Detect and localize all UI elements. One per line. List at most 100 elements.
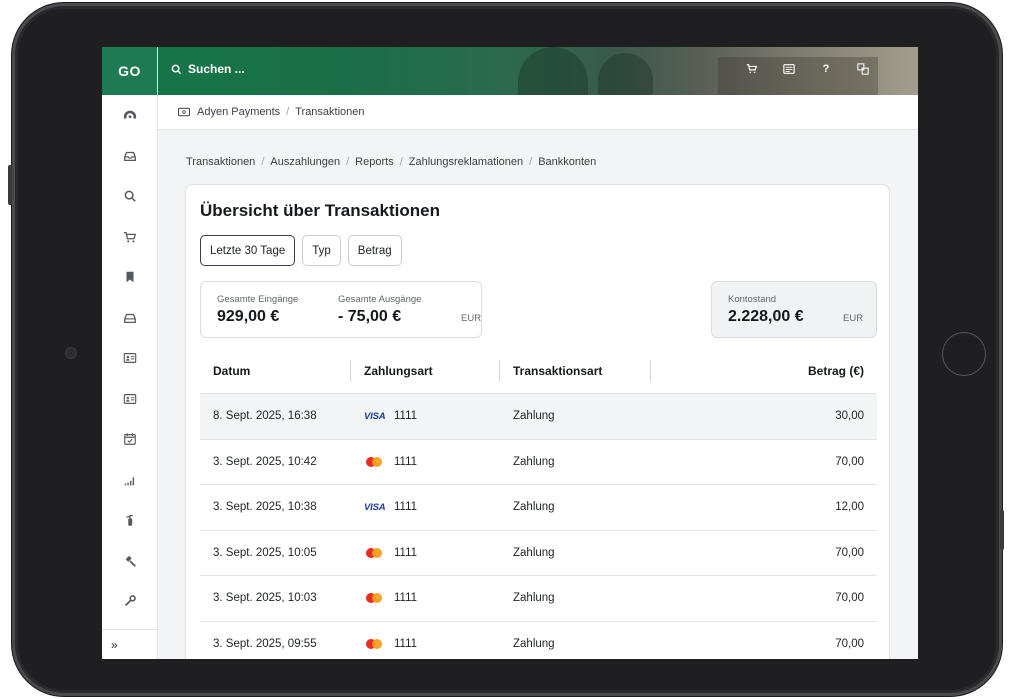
table-row[interactable]: 3. Sept. 2025, 10:42 1111 Zahlung 70,00 bbox=[200, 438, 877, 485]
hammer-icon[interactable] bbox=[102, 541, 157, 582]
payment-card-icon bbox=[178, 107, 190, 117]
table-row[interactable]: 3. Sept. 2025, 10:38 VISA 1111 Zahlung 1… bbox=[200, 484, 877, 530]
home-button[interactable] bbox=[942, 332, 986, 376]
dashboard-icon[interactable] bbox=[102, 95, 157, 136]
column-divider bbox=[650, 360, 651, 382]
balance-value: 2.228,00 € bbox=[728, 308, 804, 325]
list-icon[interactable] bbox=[782, 63, 796, 78]
cell-transaction-type: Zahlung bbox=[513, 501, 555, 514]
cell-amount: 12,00 bbox=[835, 501, 864, 514]
filter-date-range[interactable]: Letzte 30 Tage bbox=[200, 235, 296, 266]
income-value: 929,00 € bbox=[217, 308, 280, 325]
screen: GO » Suchen ... ? Adyen Payments / Trans… bbox=[102, 47, 918, 659]
cell-payment-method: 1111 bbox=[364, 638, 417, 650]
sidebar-collapse-button[interactable]: » bbox=[102, 629, 158, 659]
card-last-digits: 1111 bbox=[394, 501, 418, 514]
power-button bbox=[1000, 510, 1004, 550]
cell-payment-method: 1111 bbox=[364, 456, 417, 468]
cell-payment-method: 1111 bbox=[364, 547, 417, 559]
cart-icon[interactable] bbox=[102, 217, 157, 258]
translate-icon[interactable] bbox=[856, 63, 870, 78]
search-input[interactable]: Suchen ... bbox=[188, 62, 245, 76]
cell-transaction-type: Zahlung bbox=[513, 592, 555, 605]
sub-navigation: Transaktionen / Auszahlungen / Reports /… bbox=[186, 156, 596, 168]
header-photo-figure bbox=[518, 47, 588, 95]
bar-chart-icon[interactable] bbox=[102, 460, 157, 501]
cell-date: 8. Sept. 2025, 16:38 bbox=[213, 410, 317, 423]
cell-date: 3. Sept. 2025, 09:55 bbox=[213, 637, 317, 650]
subnav-transaktionen[interactable]: Transaktionen bbox=[186, 156, 255, 168]
inbox-icon[interactable] bbox=[102, 136, 157, 177]
bookmark-icon[interactable] bbox=[102, 257, 157, 298]
totals-summary: Gesamte Eingänge 929,00 € Gesamte Ausgän… bbox=[200, 281, 482, 338]
topbar-icons: ? bbox=[745, 63, 870, 78]
subnav-separator: / bbox=[261, 156, 265, 168]
transactions-table: Datum Zahlungsart Transaktionsart Betrag… bbox=[200, 348, 877, 659]
search-bar[interactable]: Suchen ... bbox=[171, 62, 245, 76]
subnav-zahlungsreklamationen[interactable]: Zahlungsreklamationen bbox=[409, 156, 523, 168]
cell-payment-method: VISA 1111 bbox=[364, 501, 417, 513]
expense-label: Gesamte Ausgänge bbox=[338, 294, 422, 305]
filter-type[interactable]: Typ bbox=[302, 235, 341, 266]
card-last-digits: 1111 bbox=[394, 546, 418, 559]
cell-amount: 70,00 bbox=[835, 637, 864, 650]
camera bbox=[65, 347, 77, 359]
id-card-icon[interactable] bbox=[102, 379, 157, 420]
subnav-bankkonten[interactable]: Bankkonten bbox=[538, 156, 596, 168]
table-row[interactable]: 8. Sept. 2025, 16:38 VISA 1111 Zahlung 3… bbox=[200, 393, 877, 439]
wrench-icon[interactable] bbox=[102, 581, 157, 622]
cell-date: 3. Sept. 2025, 10:38 bbox=[213, 501, 317, 514]
subnav-auszahlungen[interactable]: Auszahlungen bbox=[270, 156, 340, 168]
filter-amount[interactable]: Betrag bbox=[347, 235, 402, 266]
table-row[interactable]: 3. Sept. 2025, 10:05 1111 Zahlung 70,00 bbox=[200, 529, 877, 576]
card-last-digits: 1111 bbox=[394, 455, 418, 468]
subnav-reports[interactable]: Reports bbox=[355, 156, 394, 168]
table-row[interactable]: 3. Sept. 2025, 09:55 1111 Zahlung 70,00 bbox=[200, 620, 877, 660]
cell-amount: 30,00 bbox=[835, 410, 864, 423]
breadcrumb-page[interactable]: Transaktionen bbox=[295, 106, 364, 118]
balance-label: Kontostand bbox=[728, 294, 777, 305]
calendar-check-icon[interactable] bbox=[102, 419, 157, 460]
column-header-date[interactable]: Datum bbox=[213, 364, 250, 378]
fire-extinguisher-icon[interactable] bbox=[102, 500, 157, 541]
subnav-separator: / bbox=[346, 156, 350, 168]
visa-icon: VISA bbox=[364, 501, 386, 513]
header-photo-figure bbox=[598, 53, 653, 95]
table-header: Datum Zahlungsart Transaktionsart Betrag… bbox=[200, 348, 877, 393]
table-body: 8. Sept. 2025, 16:38 VISA 1111 Zahlung 3… bbox=[200, 393, 877, 659]
help-icon[interactable]: ? bbox=[819, 63, 833, 78]
column-header-amount[interactable]: Betrag (€) bbox=[808, 364, 864, 378]
cell-payment-method: 1111 bbox=[364, 592, 417, 604]
breadcrumb: Adyen Payments / Transaktionen bbox=[158, 95, 918, 130]
contact-card-icon[interactable] bbox=[102, 338, 157, 379]
mastercard-icon bbox=[364, 547, 386, 558]
totals-currency: EUR bbox=[461, 313, 482, 324]
app-logo[interactable]: GO bbox=[102, 47, 157, 95]
cell-date: 3. Sept. 2025, 10:05 bbox=[213, 546, 317, 559]
filter-bar: Letzte 30 Tage Typ Betrag bbox=[200, 235, 402, 266]
cell-transaction-type: Zahlung bbox=[513, 410, 555, 423]
card-last-digits: 1111 bbox=[394, 410, 418, 423]
column-divider bbox=[499, 360, 500, 382]
breadcrumb-separator: / bbox=[286, 106, 290, 118]
cell-payment-method: VISA 1111 bbox=[364, 410, 417, 422]
sidebar: GO » bbox=[102, 47, 158, 659]
table-row[interactable]: 3. Sept. 2025, 10:03 1111 Zahlung 70,00 bbox=[200, 575, 877, 621]
column-divider bbox=[350, 360, 351, 382]
column-header-transaction-type[interactable]: Transaktionsart bbox=[513, 364, 602, 378]
subnav-separator: / bbox=[529, 156, 533, 168]
subnav-separator: / bbox=[399, 156, 403, 168]
column-header-payment-method[interactable]: Zahlungsart bbox=[364, 364, 433, 378]
cart-icon[interactable] bbox=[745, 63, 759, 78]
income-label: Gesamte Eingänge bbox=[217, 294, 299, 305]
cell-date: 3. Sept. 2025, 10:42 bbox=[213, 455, 317, 468]
visa-icon: VISA bbox=[364, 410, 386, 422]
tray-icon[interactable] bbox=[102, 298, 157, 339]
balance-currency: EUR bbox=[843, 313, 864, 324]
search-icon[interactable] bbox=[102, 176, 157, 217]
balance-summary: Kontostand 2.228,00 € EUR bbox=[711, 281, 877, 338]
cell-amount: 70,00 bbox=[835, 592, 864, 605]
mastercard-icon bbox=[364, 593, 386, 604]
breadcrumb-app[interactable]: Adyen Payments bbox=[197, 106, 280, 118]
cell-transaction-type: Zahlung bbox=[513, 546, 555, 559]
